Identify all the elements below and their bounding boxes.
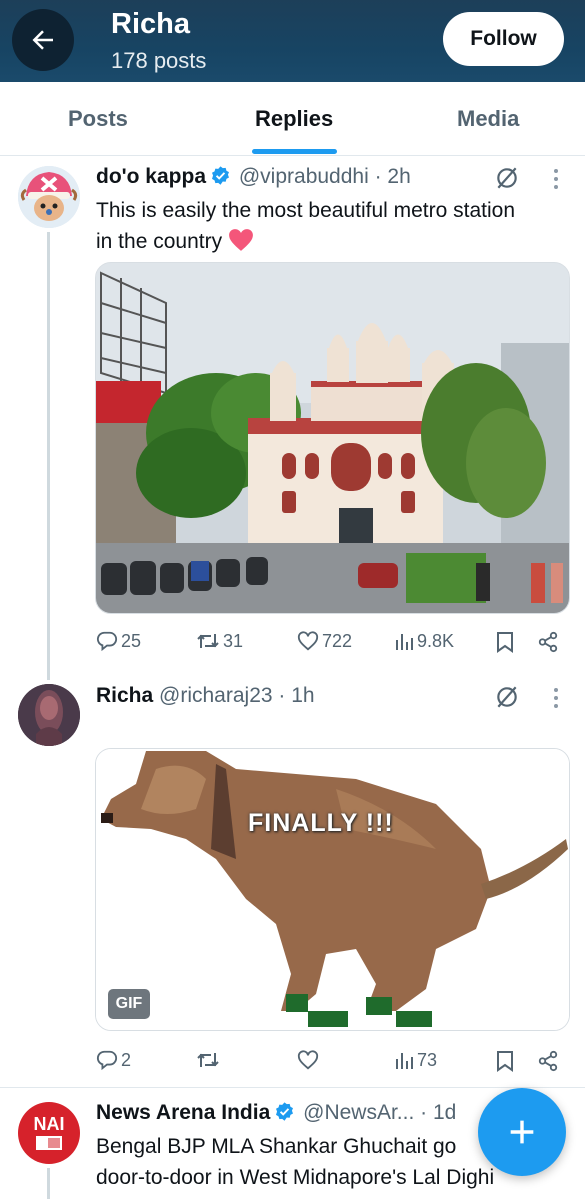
repost-action[interactable] (196, 1049, 223, 1071)
views-icon (396, 634, 413, 650)
profile-name: Richa (111, 8, 190, 40)
bookmark-icon (497, 632, 513, 653)
share-icon (538, 1050, 558, 1072)
tab-media[interactable]: Media (457, 106, 519, 132)
more-button[interactable] (544, 683, 568, 713)
avatar[interactable]: NAI (18, 1102, 80, 1164)
more-button[interactable] (544, 164, 568, 194)
views-count: 9.8K (417, 630, 455, 651)
views-action[interactable]: 9.8K (394, 630, 454, 652)
share-button[interactable] (535, 628, 561, 656)
author-name[interactable]: News Arena India (96, 1101, 270, 1124)
gif-caption: FINALLY !!! (248, 809, 394, 837)
metro-station-photo (96, 263, 569, 613)
back-button[interactable] (12, 9, 74, 71)
more-icon (554, 169, 558, 189)
post-text-line: This is easily the most beautiful metro … (96, 199, 516, 222)
like-icon (297, 631, 319, 651)
repost-count: 31 (223, 630, 244, 651)
bookmark-button[interactable] (493, 628, 517, 656)
like-action[interactable]: 722 (297, 630, 352, 652)
dog-gif-image (96, 749, 569, 1030)
post-text-line: Bengal BJP MLA Shankar Ghuchait go (96, 1135, 457, 1158)
post-meta: do'o kappa @viprabuddhi · 2h (96, 165, 411, 189)
author-handle[interactable]: @NewsAr... (303, 1101, 414, 1124)
more-icon (554, 688, 558, 708)
grok-button[interactable] (492, 163, 522, 193)
author-handle[interactable]: @viprabuddhi (239, 165, 369, 188)
avatar[interactable] (18, 166, 80, 228)
post-meta: Richa @richaraj23 · 1h (96, 684, 315, 708)
like-icon (297, 1050, 319, 1070)
post-time: · 2h (374, 165, 411, 188)
author-handle[interactable]: @richaraj23 (159, 684, 273, 707)
author-name[interactable]: do'o kappa (96, 165, 206, 188)
posts-count: 178 posts (111, 48, 207, 73)
post-gif[interactable]: FINALLY !!! GIF (95, 748, 570, 1031)
follow-button[interactable]: Follow (443, 12, 564, 66)
repost-icon (197, 1053, 219, 1067)
profile-tabs: Posts Replies Media (0, 82, 585, 156)
views-action[interactable]: 73 (394, 1049, 437, 1071)
bookmark-icon (497, 1051, 513, 1072)
active-tab-indicator (252, 149, 337, 154)
post-text: This is easily the most beautiful metro … (96, 195, 515, 257)
like-action[interactable] (297, 1049, 322, 1071)
like-count: 722 (322, 630, 353, 651)
views-icon (396, 1053, 413, 1069)
verified-badge-icon (212, 166, 230, 185)
chopper-avatar-image (18, 166, 80, 228)
post-time: · 1h (278, 684, 315, 707)
thread-connector (47, 1168, 50, 1199)
post-text-line-2: door-to-door in West Midnapore's Lal Dig… (96, 1166, 495, 1189)
grok-icon (497, 167, 517, 189)
compose-plus-icon (510, 1120, 534, 1144)
share-button[interactable] (535, 1047, 561, 1075)
repost-icon (197, 634, 219, 648)
avatar[interactable] (18, 684, 80, 746)
compose-button[interactable] (478, 1088, 566, 1176)
tab-posts[interactable]: Posts (68, 106, 128, 132)
profile-header: Richa 178 posts Follow (0, 0, 585, 82)
reply-icon (96, 1050, 118, 1071)
bookmark-button[interactable] (493, 1047, 517, 1075)
author-name[interactable]: Richa (96, 684, 153, 707)
back-arrow-icon (32, 30, 53, 50)
post-photo[interactable] (95, 262, 570, 614)
repost-action[interactable]: 31 (196, 630, 243, 652)
news-arena-logo-mark (36, 1136, 62, 1150)
reply-count: 25 (121, 630, 142, 651)
post-text-line-2: in the country (96, 226, 515, 257)
gif-badge: GIF (108, 989, 150, 1019)
grok-icon (497, 686, 517, 708)
post-meta: News Arena India @NewsAr... · 1d (96, 1101, 456, 1125)
reply-action[interactable]: 2 (96, 1049, 131, 1071)
heart-emoji-icon (229, 229, 253, 251)
post-text: Bengal BJP MLA Shankar Ghuchait go door-… (96, 1131, 494, 1193)
thread-connector (47, 232, 50, 680)
reply-action[interactable]: 25 (96, 630, 141, 652)
tab-replies[interactable]: Replies (255, 106, 333, 132)
share-icon (538, 631, 558, 653)
post-divider (0, 1087, 585, 1088)
reply-icon (96, 631, 118, 652)
verified-badge-icon (276, 1102, 294, 1121)
richa-avatar-image (18, 684, 80, 746)
views-count: 73 (417, 1049, 438, 1070)
post-time: · 1d (420, 1101, 457, 1124)
grok-button[interactable] (492, 682, 522, 712)
reply-count: 2 (121, 1049, 132, 1070)
